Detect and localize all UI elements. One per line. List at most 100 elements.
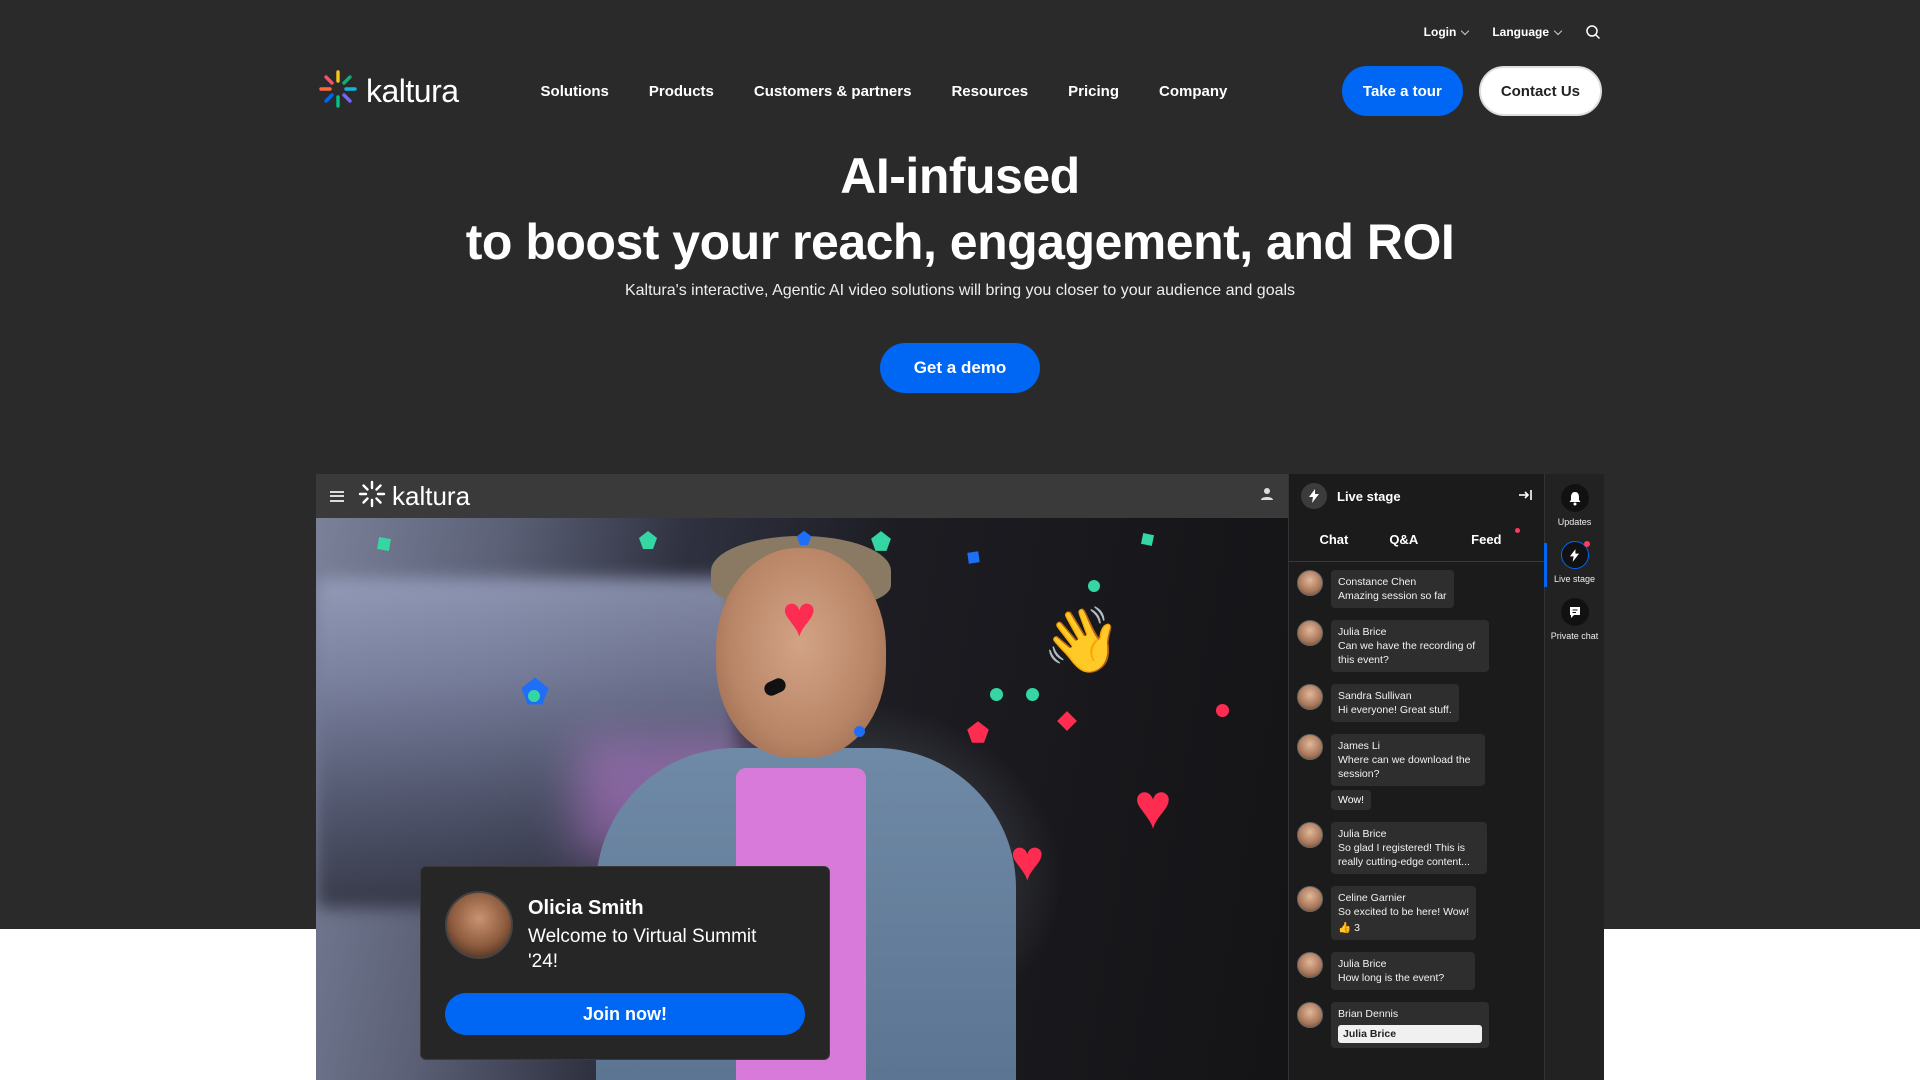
heart-reaction-icon: ♥ [1010, 828, 1045, 893]
avatar [1297, 822, 1323, 848]
nav-item-products[interactable]: Products [649, 83, 714, 100]
live-stage-panel: Live stage Chat Q&A Feed Constance Chen A… [1288, 474, 1544, 1080]
language-menu[interactable]: Language [1492, 25, 1563, 39]
panel-title: Live stage [1337, 488, 1401, 504]
rail-item-updates[interactable]: Updates [1545, 484, 1604, 527]
get-a-demo-button[interactable]: Get a demo [880, 343, 1040, 393]
rail-label: Live stage [1553, 574, 1596, 584]
hero-subtitle: Kaltura's interactive, Agentic AI video … [624, 282, 1296, 299]
rail-item-live-stage[interactable]: Live stage [1544, 541, 1604, 587]
quoted-reply: Julia Brice [1338, 1025, 1482, 1043]
message-text: Can we have the recording of this event? [1338, 640, 1476, 666]
panel-header: Live stage [1289, 474, 1544, 518]
take-a-tour-button[interactable]: Take a tour [1341, 66, 1463, 116]
kaltura-burst-icon [358, 480, 386, 513]
message-author: Brian Dennis [1338, 1008, 1399, 1020]
confetti-shape [990, 688, 1003, 701]
chat-message: Brian Dennis Julia Brice [1297, 1002, 1544, 1048]
avatar [1297, 570, 1323, 596]
message-text: So glad I registered! This is really cut… [1338, 842, 1470, 868]
message-author: Sandra Sullivan [1338, 690, 1412, 702]
rail-label: Private chat [1550, 631, 1599, 641]
nav-item-company[interactable]: Company [1159, 83, 1227, 100]
login-label: Login [1423, 25, 1457, 39]
bell-icon [1560, 484, 1589, 512]
nav-item-solutions[interactable]: Solutions [541, 83, 609, 100]
message-text: How long is the event? [1338, 972, 1445, 984]
rail-item-private-chat[interactable]: Private chat [1545, 598, 1604, 641]
collapse-panel-icon[interactable] [1518, 489, 1532, 504]
thumbs-up-icon: 👍 [1338, 922, 1352, 934]
logo-wordmark: kaltura [366, 72, 459, 109]
message-text: Wow! [1331, 790, 1372, 810]
search-icon[interactable] [1585, 24, 1601, 40]
demo-wrap: Get a demo [0, 343, 1920, 393]
video-player: kaltura ♥ ♥ ♥ 👋 Olicia Smith Welcome to … [316, 474, 1288, 1080]
chat-message: Sandra Sullivan Hi everyone! Great stuff. [1297, 684, 1544, 722]
avatar [1297, 620, 1323, 646]
contact-us-button[interactable]: Contact Us [1478, 66, 1602, 116]
message-text: Amazing session so far [1338, 590, 1447, 602]
rail-label: Updates [1557, 517, 1592, 527]
lightning-icon [1301, 483, 1327, 509]
heart-reaction-icon: ♥ [1134, 770, 1172, 842]
chat-message: Julia Brice So glad I registered! This is… [1297, 822, 1544, 874]
nav-item-resources[interactable]: Resources [951, 83, 1028, 100]
avatar [1297, 886, 1323, 912]
confetti-shape [1057, 711, 1077, 731]
tab-qa[interactable]: Q&A [1377, 524, 1430, 555]
confetti-shape [1088, 580, 1100, 592]
welcome-message: Welcome to Virtual Summit '24! [528, 926, 757, 972]
hero-title-line2: to boost your reach, engagement, and ROI [465, 214, 1455, 270]
nav-links: Solutions Products Customers & partners … [541, 83, 1228, 100]
chat-bubble-icon [1560, 598, 1589, 626]
chat-message: James Li Where can we download the sessio… [1297, 734, 1544, 810]
chat-message: Celine Garnier So excited to be here! Wow… [1297, 886, 1544, 940]
confetti-shape [1216, 704, 1229, 717]
player-topbar: kaltura [316, 474, 1288, 518]
message-author: Julia Brice [1338, 828, 1387, 840]
message-author: Constance Chen [1338, 576, 1417, 588]
welcome-card: Olicia Smith Welcome to Virtual Summit '… [420, 866, 830, 1060]
join-now-button[interactable]: Join now! [445, 993, 805, 1035]
nav-ctas: Take a tour Contact Us [1341, 66, 1602, 116]
video-stage[interactable]: ♥ ♥ ♥ 👋 Olicia Smith Welcome to Virtual … [316, 518, 1288, 1080]
confetti-shape [377, 537, 391, 551]
tab-chat[interactable]: Chat [1307, 524, 1360, 555]
main-nav: kaltura Solutions Products Customers & p… [318, 66, 1602, 116]
message-author: Celine Garnier [1338, 892, 1406, 904]
confetti-shape [1140, 532, 1155, 547]
confetti-shape [796, 530, 812, 551]
message-author: James Li [1338, 740, 1381, 752]
side-rail: Updates Live stage Private chat [1544, 474, 1604, 1080]
confetti-shape [967, 551, 980, 564]
message-text: Hi everyone! Great stuff. [1338, 704, 1452, 716]
nav-item-customers-partners[interactable]: Customers & partners [754, 83, 912, 100]
notification-dot [1514, 528, 1520, 533]
heart-reaction-icon: ♥ [782, 584, 817, 649]
nav-item-pricing[interactable]: Pricing [1068, 83, 1119, 100]
chat-message: Constance Chen Amazing session so far [1297, 570, 1544, 608]
avatar [445, 891, 513, 959]
mock-logo-wordmark: kaltura [392, 480, 471, 511]
login-menu[interactable]: Login [1423, 25, 1470, 39]
confetti-shape [528, 690, 540, 702]
welcome-name: Olicia Smith [528, 897, 644, 919]
clapping-hands-icon: 👋 [1042, 604, 1122, 676]
confetti-shape [870, 530, 892, 557]
message-likes[interactable]: 👍 3 [1338, 921, 1469, 935]
chat-message: Julia Brice Can we have the recording of … [1297, 620, 1544, 672]
message-text: Where can we download the session? [1338, 754, 1471, 780]
tab-feed[interactable]: Feed [1447, 524, 1525, 555]
confetti-shape [966, 720, 990, 749]
menu-icon[interactable] [330, 490, 344, 502]
avatar [1297, 952, 1323, 978]
message-author: Julia Brice [1338, 626, 1387, 638]
utility-bar: Login Language [1424, 24, 1601, 40]
hero-title-line1: AI-infused [840, 148, 1080, 204]
user-icon[interactable] [1260, 487, 1274, 506]
tab-feed-label: Feed [1471, 532, 1502, 547]
avatar [1297, 1002, 1323, 1028]
kaltura-logo[interactable]: kaltura [318, 69, 459, 114]
panel-tabs: Chat Q&A Feed [1289, 518, 1544, 562]
